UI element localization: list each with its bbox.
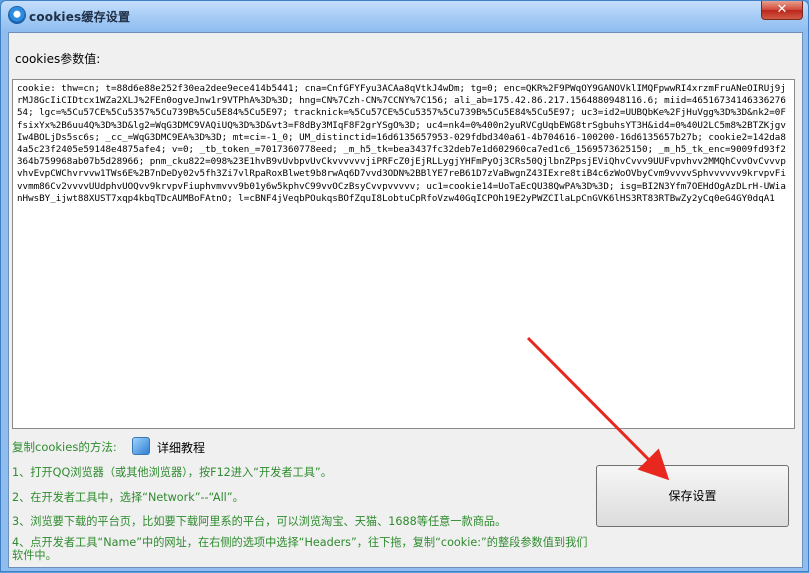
app-logo-icon (9, 7, 25, 23)
client-area: cookies参数值: cookie: thw=cn; t=88d6e88e25… (8, 32, 803, 568)
cookie-settings-window: cookies缓存设置 ✕ cookies参数值: cookie: thw=cn… (0, 0, 809, 572)
window-title: cookies缓存设置 (29, 10, 131, 24)
step-3: 3、浏览要下载的平台页，比如要下载阿里系的平台，可以浏览淘宝、天猫、1688等任… (12, 515, 507, 528)
howto-label: 复制cookies的方法: (12, 440, 117, 454)
step-4: 4、点开发者工具“Name”中的网址，在右侧的选项中选择“Headers”，往下… (12, 536, 588, 562)
tutorial-link[interactable]: 详细教程 (157, 439, 205, 456)
close-button[interactable]: ✕ (761, 1, 803, 20)
cookie-textarea[interactable]: cookie: thw=cn; t=88d6e88e252f30ea2dee9e… (12, 79, 795, 429)
save-settings-button[interactable]: 保存设置 (596, 465, 789, 527)
step-2: 2、在开发者工具中，选择“Network”--“All”。 (12, 491, 244, 504)
tutorial-icon[interactable] (132, 437, 150, 455)
step-1: 1、打开QQ浏览器（或其他浏览器），按F12进入“开发者工具”。 (12, 466, 332, 479)
cookie-param-label: cookies参数值: (15, 52, 101, 66)
title-bar[interactable]: cookies缓存设置 ✕ (1, 1, 808, 31)
